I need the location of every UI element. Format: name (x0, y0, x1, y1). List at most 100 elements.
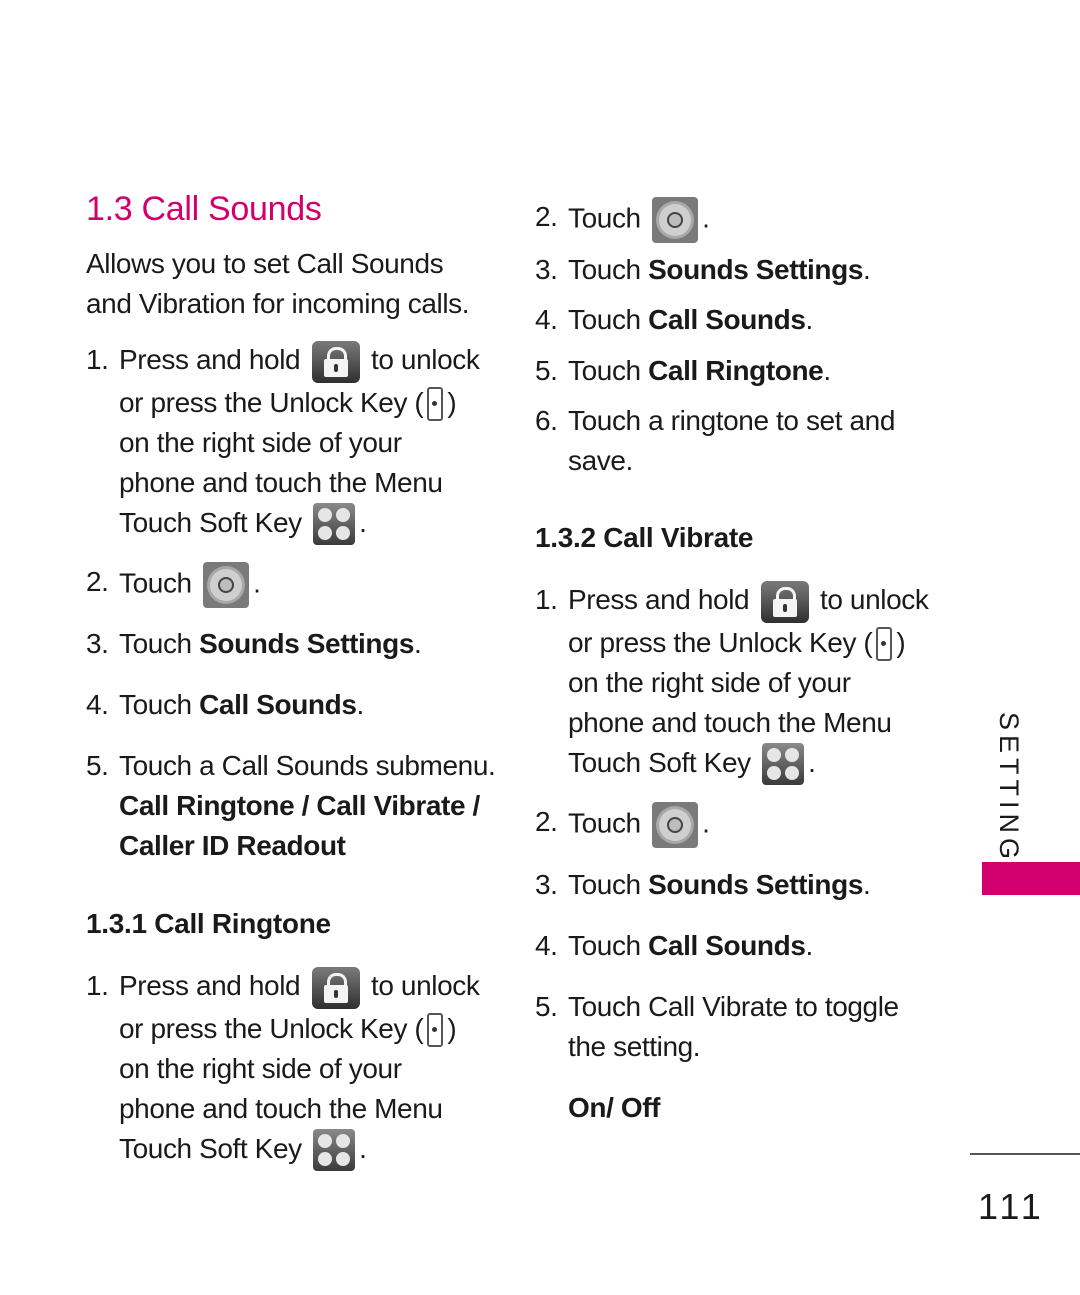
unlock-key-icon (427, 1013, 444, 1048)
step-4: 4. Touch Call Sounds. (535, 300, 813, 340)
step-number: 3. (86, 628, 109, 659)
step-text: Touch (568, 869, 649, 900)
step-text: Touch (119, 628, 200, 659)
step-text: phone and touch the Menu (568, 706, 892, 738)
step-text: . (808, 746, 816, 778)
step-number: 4. (535, 930, 558, 961)
step-text: Touch Soft Key (568, 746, 751, 778)
step-text: . (805, 930, 814, 961)
step-text: . (414, 628, 422, 659)
step-2: 2. Touch . (535, 802, 710, 848)
step-3: 3. Touch Sounds Settings. (535, 250, 871, 290)
step-number: 1. (86, 344, 109, 375)
menu-icon (313, 503, 356, 546)
step-number: 5. (86, 750, 109, 781)
lock-icon (311, 966, 360, 1009)
menu-option: Caller ID Readout (119, 830, 346, 861)
step-text: . (359, 506, 367, 538)
step-text: Press and hold (119, 344, 301, 375)
step-5: 5. Touch Call Ringtone. (535, 351, 831, 391)
step-1: 1. Press and hold to unlock or press the… (86, 340, 506, 546)
step-text: . (863, 869, 871, 900)
step-number: 3. (535, 869, 558, 900)
section-title: 1.3 Call Sounds (86, 190, 322, 228)
menu-option: Call Sounds (199, 689, 357, 720)
menu-option: Call Ringtone (648, 355, 824, 386)
step-text: ) (447, 386, 457, 418)
step-text: ) (896, 626, 906, 658)
menu-option: Call Ringtone / Call Vibrate / (119, 790, 480, 821)
step-text: the setting. (568, 1031, 701, 1062)
menu-option: Call Sounds (648, 930, 806, 961)
step-text: . (702, 202, 710, 234)
settings-gear-icon (652, 802, 699, 848)
step-text: Touch (568, 930, 649, 961)
step-text: on the right side of your (119, 1052, 402, 1084)
section-tab-marker (982, 862, 1080, 895)
step-text: Touch Soft Key (119, 506, 302, 538)
step-text: Press and hold (568, 584, 750, 615)
step-text: . (823, 355, 831, 386)
step-text: or press the Unlock Key ( (568, 626, 873, 658)
step-text: Touch a Call Sounds submenu. (119, 750, 496, 781)
step-text: Touch (568, 254, 649, 285)
step-number: 2. (535, 201, 558, 232)
menu-icon (762, 743, 805, 786)
step-5: 5. Touch a Call Sounds submenu. Call Rin… (86, 746, 506, 866)
step-number: 4. (86, 689, 109, 720)
step-text: . (702, 807, 710, 839)
step-text: Touch Soft Key (119, 1132, 302, 1164)
subsection-title: 1.3.1 Call Ringtone (86, 908, 331, 939)
unlock-key-icon (876, 627, 893, 662)
menu-option: Sounds Settings (648, 869, 864, 900)
step-text: to unlock (370, 970, 480, 1001)
step-text: Touch (568, 304, 649, 335)
step-number: 5. (535, 355, 558, 386)
step-number: 1. (86, 970, 109, 1001)
step-4: 4. Touch Call Sounds. (86, 685, 364, 725)
settings-gear-icon (203, 562, 250, 608)
step-number: 4. (535, 304, 558, 335)
menu-option: Sounds Settings (648, 254, 864, 285)
step-text: to unlock (819, 584, 929, 615)
step-number: 3. (535, 254, 558, 285)
step-text: . (805, 304, 814, 335)
step-text: Touch (119, 567, 192, 599)
step-number: 6. (535, 405, 558, 436)
section-tab-label: SETTINGS (994, 712, 1024, 888)
step-text: Touch Call Vibrate to toggle (568, 991, 899, 1022)
lock-icon (311, 340, 360, 383)
step-5: 5. Touch Call Vibrate to toggle the setti… (535, 987, 899, 1067)
intro-line: and Vibration for incoming calls. (86, 288, 470, 319)
menu-option: Sounds Settings (199, 628, 415, 659)
menu-option: Call Sounds (648, 304, 806, 335)
step-text: phone and touch the Menu (119, 1092, 443, 1124)
step-text: Touch (568, 355, 649, 386)
step-text: . (356, 689, 365, 720)
unlock-key-icon (427, 387, 444, 422)
step-1: 1. Press and hold to unlock or press the… (535, 580, 955, 786)
step-text: or press the Unlock Key ( (119, 1012, 424, 1044)
step-text: Touch (568, 202, 641, 234)
step-text: Press and hold (119, 970, 301, 1001)
toggle-options: On/ Off (568, 1092, 661, 1123)
step-2: 2. Touch . (86, 562, 261, 608)
step-number: 2. (86, 566, 109, 597)
step-text: save. (568, 445, 633, 476)
subsection-title: 1.3.2 Call Vibrate (535, 522, 754, 553)
step-3: 3. Touch Sounds Settings. (86, 624, 422, 664)
step-number: 2. (535, 806, 558, 837)
footer-divider (970, 1153, 1080, 1155)
step-text: or press the Unlock Key ( (119, 386, 424, 418)
step-number: 5. (535, 991, 558, 1022)
settings-gear-icon (652, 197, 699, 243)
step-text: Touch (568, 807, 641, 839)
intro-line: Allows you to set Call Sounds (86, 248, 444, 279)
step-text: on the right side of your (568, 666, 851, 698)
menu-icon (313, 1129, 356, 1172)
step-text: . (863, 254, 871, 285)
page-number: 111 (978, 1186, 1045, 1227)
step-4: 4. Touch Call Sounds. (535, 926, 813, 966)
step-2: 2. Touch . (535, 197, 710, 243)
intro-text: Allows you to set Call Sounds and Vibrat… (86, 244, 470, 324)
